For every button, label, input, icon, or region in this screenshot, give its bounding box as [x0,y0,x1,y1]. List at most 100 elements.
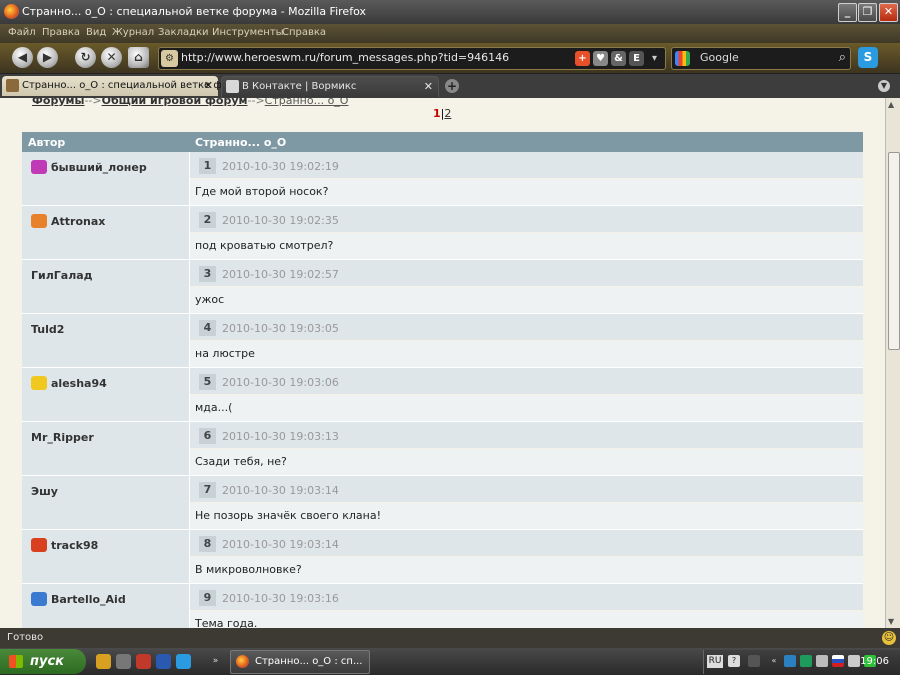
author-name[interactable]: Эшу [31,485,58,498]
message-text: на люстре [195,347,255,360]
flag-icon[interactable] [832,655,844,667]
forward-button[interactable]: ▶ [37,47,58,68]
tab-forum[interactable]: Странно... о_О : специальной ветке фор..… [2,76,244,96]
post-number[interactable]: 4 [199,320,216,336]
vertical-scrollbar[interactable]: ▲ ▼ [885,98,900,628]
breadcrumb-forums-link[interactable]: Форумы [32,98,84,107]
quicklaunch-icon[interactable] [116,654,131,669]
chevron-right-icon[interactable]: » [208,654,223,669]
menu-edit[interactable]: Правка [42,27,80,38]
back-button[interactable]: ◀ [12,47,33,68]
message-body: Тема года. [190,611,863,628]
new-tab-button[interactable]: + [445,79,459,93]
author-name[interactable]: Tuld2 [31,323,64,336]
tab-close-icon[interactable]: ✕ [204,79,213,92]
breadcrumb-section-link[interactable]: Общий игровой форум [102,98,248,107]
tray-icon[interactable] [748,655,760,667]
post-date: 2010-10-30 19:03:06 [222,376,339,389]
smiley-icon[interactable]: ☺ [882,631,896,645]
message-header: 6 2010-10-30 19:03:13 [190,422,863,448]
search-icon[interactable]: ⌕ [839,50,846,65]
dropdown-arrow-icon[interactable]: ▾ [647,51,662,66]
post-number[interactable]: 2 [199,212,216,228]
post-number[interactable]: 7 [199,482,216,498]
url-text: http://www.heroeswm.ru/forum_messages.ph… [181,51,510,64]
page-content: Форумы-->Общий игровой форум-->Странно..… [0,98,885,628]
google-icon[interactable] [675,51,690,66]
clan-badge-icon[interactable] [31,160,47,174]
tray-icon[interactable] [816,655,828,667]
post-number[interactable]: 5 [199,374,216,390]
chevron-left-icon[interactable]: « [768,655,780,667]
page-link-2[interactable]: 2 [444,107,451,120]
close-button[interactable]: ✕ [879,3,898,22]
scroll-down-icon[interactable]: ▼ [888,617,894,626]
post-number[interactable]: 9 [199,590,216,606]
minimize-button[interactable]: _ [838,3,857,22]
addon-translate-icon[interactable]: & [611,51,626,66]
menu-bookmarks[interactable]: Закладки [158,27,209,38]
menu-history[interactable]: Журнал [112,27,154,38]
quicklaunch-icon[interactable] [156,654,171,669]
url-bar[interactable]: ⚙ http://www.heroeswm.ru/forum_messages.… [158,47,666,70]
site-identity-icon[interactable]: ⚙ [161,50,178,67]
clan-badge-icon[interactable] [31,538,47,552]
clan-badge-icon[interactable] [31,214,47,228]
message-text: В микроволновке? [195,563,302,576]
author-name[interactable]: track98 [51,539,98,552]
menu-help[interactable]: Справка [282,27,326,38]
menu-bar: Файл Правка Вид Журнал Закладки Инструме… [0,24,900,43]
scroll-thumb[interactable] [888,152,900,350]
home-button[interactable]: ⌂ [128,47,149,68]
author-name[interactable]: ГилГалад [31,269,93,282]
clan-badge-icon[interactable] [31,376,47,390]
tab-close-icon[interactable]: ✕ [424,80,433,93]
table-row: Bartello_Aid 9 2010-10-30 19:03:16 Тема год… [22,584,863,628]
reload-button[interactable]: ↻ [75,47,96,68]
quicklaunch-icon[interactable] [96,654,111,669]
author-cell: бывший_лонер [22,152,190,205]
search-box[interactable]: Google ⌕ [671,47,851,70]
maximize-button[interactable]: ❐ [858,3,877,22]
taskbar-window-button[interactable]: Странно... о_О : сп... [230,650,370,674]
quicklaunch-icon[interactable] [176,654,191,669]
network-icon[interactable] [784,655,796,667]
addon-en-icon[interactable]: E [629,51,644,66]
taskbar-window-label: Странно... о_О : сп... [255,656,363,667]
table-row: ГилГалад 3 2010-10-30 19:02:57 ужос [22,260,863,314]
tab-list-icon[interactable]: ▼ [878,80,890,92]
addon-plus-icon[interactable]: + [575,51,590,66]
addon-heart-icon[interactable]: ♥ [593,51,608,66]
clan-badge-icon[interactable] [31,592,47,606]
stop-button[interactable]: ✕ [101,47,122,68]
breadcrumb-thread-link[interactable]: Странно... о_О [265,98,349,107]
table-row: бывший_лонер 1 2010-10-30 19:02:19 Где мой … [22,152,863,206]
message-body: мда...( [190,395,863,421]
start-label: пуск [30,654,64,669]
start-button[interactable]: пуск [0,649,86,674]
language-indicator[interactable]: RU [707,655,723,668]
tab-vkontakte[interactable]: В Контакте | Вормикс ✕ [221,76,439,97]
author-name[interactable]: Bartello_Aid [51,593,126,606]
author-name[interactable]: бывший_лонер [51,161,147,174]
help-icon[interactable]: ? [728,655,740,667]
post-date: 2010-10-30 19:03:13 [222,430,339,443]
menu-file[interactable]: Файл [8,27,36,38]
author-name[interactable]: alesha94 [51,377,107,390]
post-number[interactable]: 6 [199,428,216,444]
column-thread-header[interactable]: Странно... о_О [195,136,286,149]
quicklaunch-icon[interactable] [136,654,151,669]
message-body: под кроватью смотрел? [190,233,863,259]
post-number[interactable]: 8 [199,536,216,552]
scroll-up-icon[interactable]: ▲ [888,100,894,109]
skype-icon[interactable]: S [858,47,878,68]
author-name[interactable]: Attronax [51,215,105,228]
menu-view[interactable]: Вид [86,27,106,38]
post-date: 2010-10-30 19:02:19 [222,160,339,173]
tray-icon[interactable] [800,655,812,667]
post-number[interactable]: 3 [199,266,216,282]
post-number[interactable]: 1 [199,158,216,174]
author-name[interactable]: Mr_Ripper [31,431,94,444]
tray-icon[interactable] [848,655,860,667]
menu-tools[interactable]: Инструменты [212,27,284,38]
